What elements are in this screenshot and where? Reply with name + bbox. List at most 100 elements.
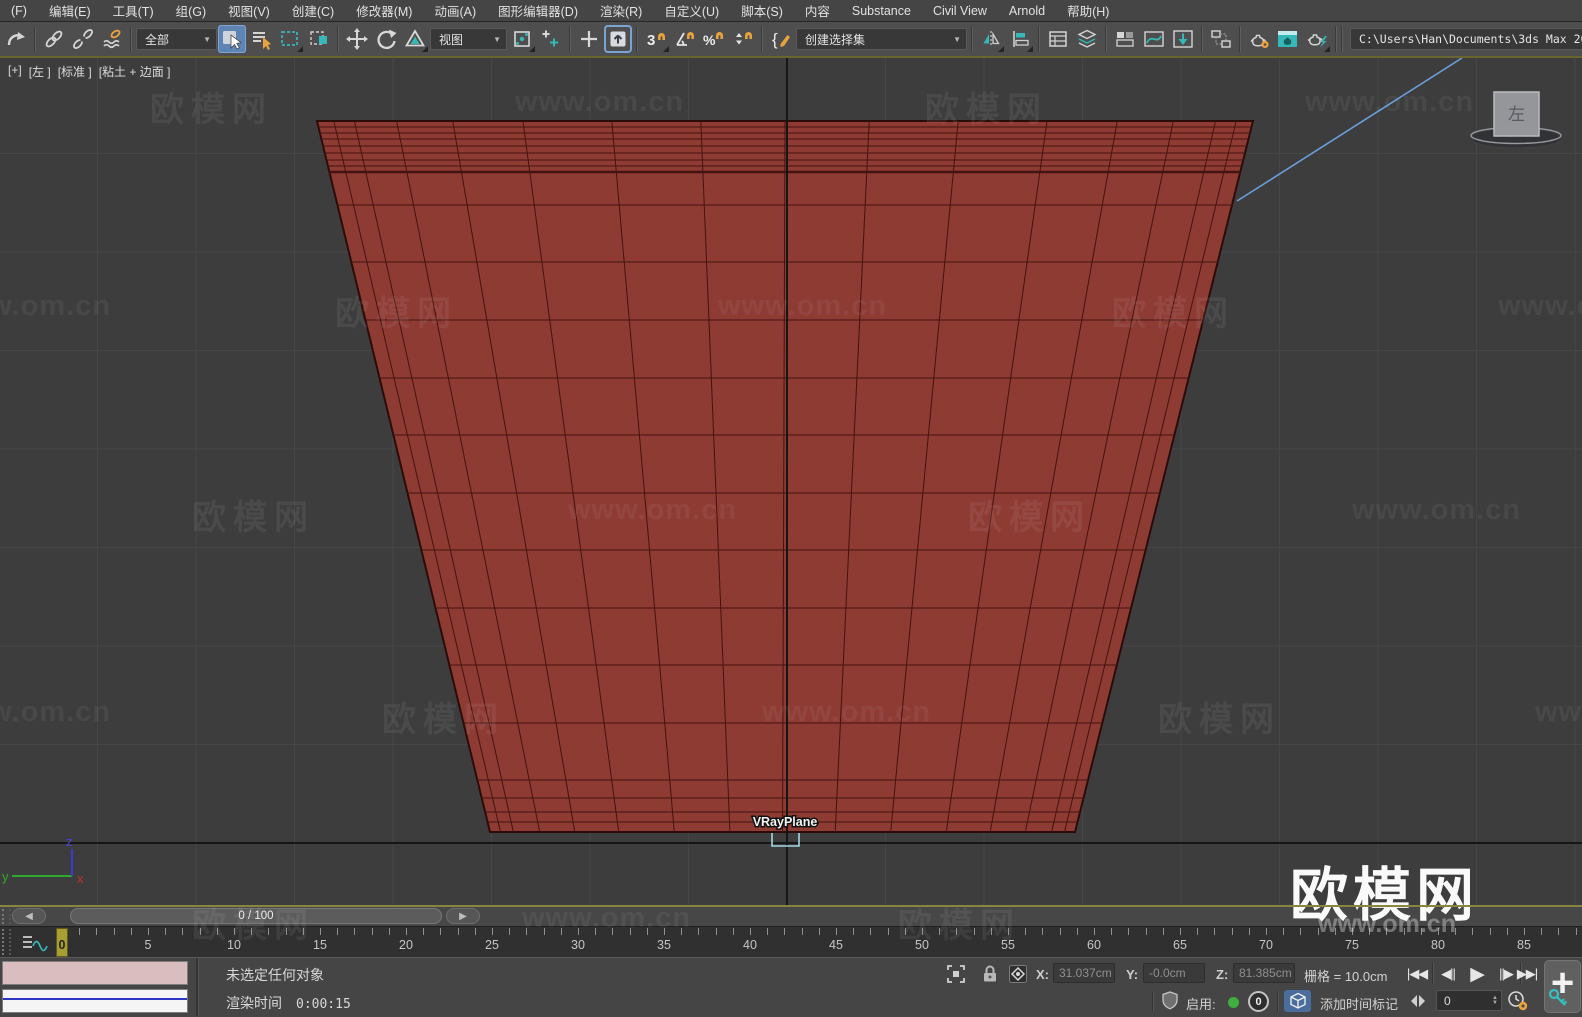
window-crossing-toggle[interactable] — [305, 25, 333, 53]
x-coordinate-field[interactable]: 31.037cm — [1053, 963, 1115, 983]
add-time-tag-label[interactable]: 添加时间标记 — [1320, 994, 1398, 1013]
menu-item-10[interactable]: 自定义(U) — [653, 1, 730, 20]
menu-item-1[interactable]: 编辑(E) — [38, 1, 102, 20]
viewcube-face-label[interactable]: 左 — [1508, 105, 1525, 124]
trackbar-grab-handle[interactable] — [2, 909, 11, 924]
menu-item-4[interactable]: 视图(V) — [217, 1, 281, 20]
coordinate-system-dropdown[interactable]: 视图 ▼ — [430, 28, 507, 50]
previous-frame-button[interactable]: ◀|| — [1436, 962, 1460, 986]
toolbar-separator — [1239, 26, 1241, 52]
notification-badge[interactable]: 0 — [1248, 991, 1269, 1012]
toggle-ribbon-button[interactable] — [1111, 25, 1139, 53]
ruler-tick — [836, 928, 837, 935]
spinner-snap-toggle[interactable] — [729, 25, 757, 53]
menu-item-0[interactable]: (F) — [0, 4, 38, 18]
ruler-tick — [1506, 928, 1508, 935]
select-and-rotate-button[interactable] — [372, 25, 400, 53]
menu-item-13[interactable]: Substance — [841, 4, 922, 18]
rectangular-selection-region-button[interactable] — [276, 25, 304, 53]
viewcube[interactable]: 左 — [1470, 91, 1562, 147]
unlink-selection-button[interactable] — [69, 25, 97, 53]
use-pivot-center-button[interactable] — [508, 25, 536, 53]
key-mode-toggle[interactable] — [1406, 990, 1430, 1011]
vrayplane-object[interactable] — [315, 120, 1255, 833]
vrayplane-gizmo[interactable] — [771, 833, 800, 847]
ruler-tick — [870, 928, 872, 935]
mini-curve-editor-button[interactable] — [12, 930, 56, 955]
menu-item-2[interactable]: 工具(T) — [102, 1, 165, 20]
maxscript-macro-recorder[interactable] — [2, 961, 188, 985]
viewport-shading-menu[interactable]: [粘土 + 边面 ] — [99, 63, 171, 80]
timeline-ruler[interactable]: 0 5 10 15 20 25 30 35 40 45 50 55 60 65 70 75 80 85 — [0, 926, 1582, 957]
maximize-viewport-toggle-button[interactable]: + — [1544, 960, 1581, 1013]
time-slider[interactable]: 0 / 100 — [70, 908, 442, 924]
mirror-button[interactable] — [977, 25, 1005, 53]
scene-security-shield-icon[interactable] — [1158, 989, 1182, 1013]
time-tag-cube-button[interactable] — [1284, 990, 1311, 1012]
y-coordinate-field[interactable]: -0.0cm — [1143, 963, 1205, 983]
bind-to-space-warp-button[interactable] — [98, 25, 126, 53]
angle-snap-toggle[interactable] — [671, 25, 699, 53]
selection-lock-toggle[interactable] — [978, 962, 1002, 986]
ruler-tick — [526, 928, 528, 935]
select-and-link-button[interactable] — [40, 25, 68, 53]
menu-item-11[interactable]: 脚本(S) — [730, 1, 794, 20]
current-frame-field[interactable]: 0 ▲ ▼ — [1436, 990, 1502, 1011]
menu-item-9[interactable]: 渲染(R) — [589, 1, 653, 20]
time-configuration-button[interactable] — [1506, 989, 1530, 1013]
select-object-button[interactable] — [218, 25, 246, 53]
menu-item-5[interactable]: 创建(C) — [281, 1, 345, 20]
align-button[interactable] — [1006, 25, 1034, 53]
menu-item-7[interactable]: 动画(A) — [423, 1, 487, 20]
select-and-place-button[interactable] — [537, 25, 565, 53]
time-slider-track[interactable]: ◀ 0 / 100 ▶ — [0, 907, 1582, 926]
snap-toggle-3d-button[interactable]: 3 — [642, 25, 670, 53]
next-frame-arrow[interactable]: ▶ — [446, 908, 480, 924]
statusbar-divider — [196, 958, 199, 1016]
object-name-label[interactable]: VRayPlane — [751, 814, 819, 831]
menu-item-14[interactable]: Civil View — [922, 4, 998, 18]
select-and-scale-button[interactable] — [401, 25, 429, 53]
project-folder-dropdown[interactable]: C:\Users\Han\Documents\3ds Max 2022 ▼ — [1350, 28, 1582, 50]
go-to-start-button[interactable]: |◀◀ — [1404, 962, 1430, 986]
ruler-tick — [302, 928, 304, 935]
absolute-mode-transform-toggle[interactable] — [1006, 962, 1030, 986]
toggle-layer-explorer-button[interactable] — [1073, 25, 1101, 53]
curve-editor-button[interactable] — [1140, 25, 1168, 53]
menu-item-8[interactable]: 图形编辑器(D) — [487, 1, 589, 20]
maxscript-mini-listener[interactable] — [2, 989, 188, 1013]
select-and-manipulate-button[interactable] — [575, 25, 603, 53]
go-to-end-button[interactable]: ▶▶| — [1514, 962, 1540, 986]
named-selection-set-dropdown[interactable]: 创建选择集 ▼ — [796, 28, 967, 50]
edit-named-selection-sets-button[interactable]: { — [767, 25, 795, 53]
isolate-selection-toggle[interactable] — [944, 962, 968, 986]
menu-item-6[interactable]: 修改器(M) — [345, 1, 423, 20]
render-production-button[interactable] — [1303, 25, 1331, 53]
play-button[interactable]: ▶ — [1462, 962, 1492, 986]
menu-item-16[interactable]: 帮助(H) — [1056, 1, 1120, 20]
toolbar-separator — [1335, 26, 1337, 52]
viewport-left[interactable]: 左 y z x VRayPlane [+] [左 ] [标准 ] [粘土 + 边… — [0, 58, 1582, 905]
z-coordinate-field[interactable]: 81.385cm — [1233, 963, 1295, 983]
material-editor-button[interactable] — [1207, 25, 1235, 53]
menu-item-12[interactable]: 内容 — [794, 1, 841, 20]
viewport-general-menu[interactable]: [+] — [8, 63, 22, 80]
selection-filter-dropdown[interactable]: 全部 ▼ — [136, 28, 217, 50]
rendered-frame-window-button[interactable] — [1274, 25, 1302, 53]
viewport-pov-menu[interactable]: [左 ] — [29, 63, 51, 80]
percent-snap-toggle[interactable]: % — [700, 25, 728, 53]
redo-button[interactable] — [2, 25, 30, 53]
select-by-name-button[interactable] — [247, 25, 275, 53]
light-helper-line[interactable] — [1236, 58, 1463, 202]
viewport-standard-menu[interactable]: [标准 ] — [58, 63, 92, 80]
select-and-move-button[interactable] — [343, 25, 371, 53]
previous-frame-arrow[interactable]: ◀ — [12, 908, 46, 924]
keyboard-override-toggle[interactable] — [604, 25, 632, 53]
menu-item-15[interactable]: Arnold — [998, 4, 1056, 18]
ruler-grab-handle[interactable] — [2, 929, 11, 955]
toggle-scene-explorer-button[interactable] — [1044, 25, 1072, 53]
frame-spinner[interactable]: ▲ ▼ — [1492, 995, 1498, 1006]
menu-item-3[interactable]: 组(G) — [165, 1, 218, 20]
schematic-view-button[interactable] — [1169, 25, 1197, 53]
render-setup-button[interactable] — [1245, 25, 1273, 53]
